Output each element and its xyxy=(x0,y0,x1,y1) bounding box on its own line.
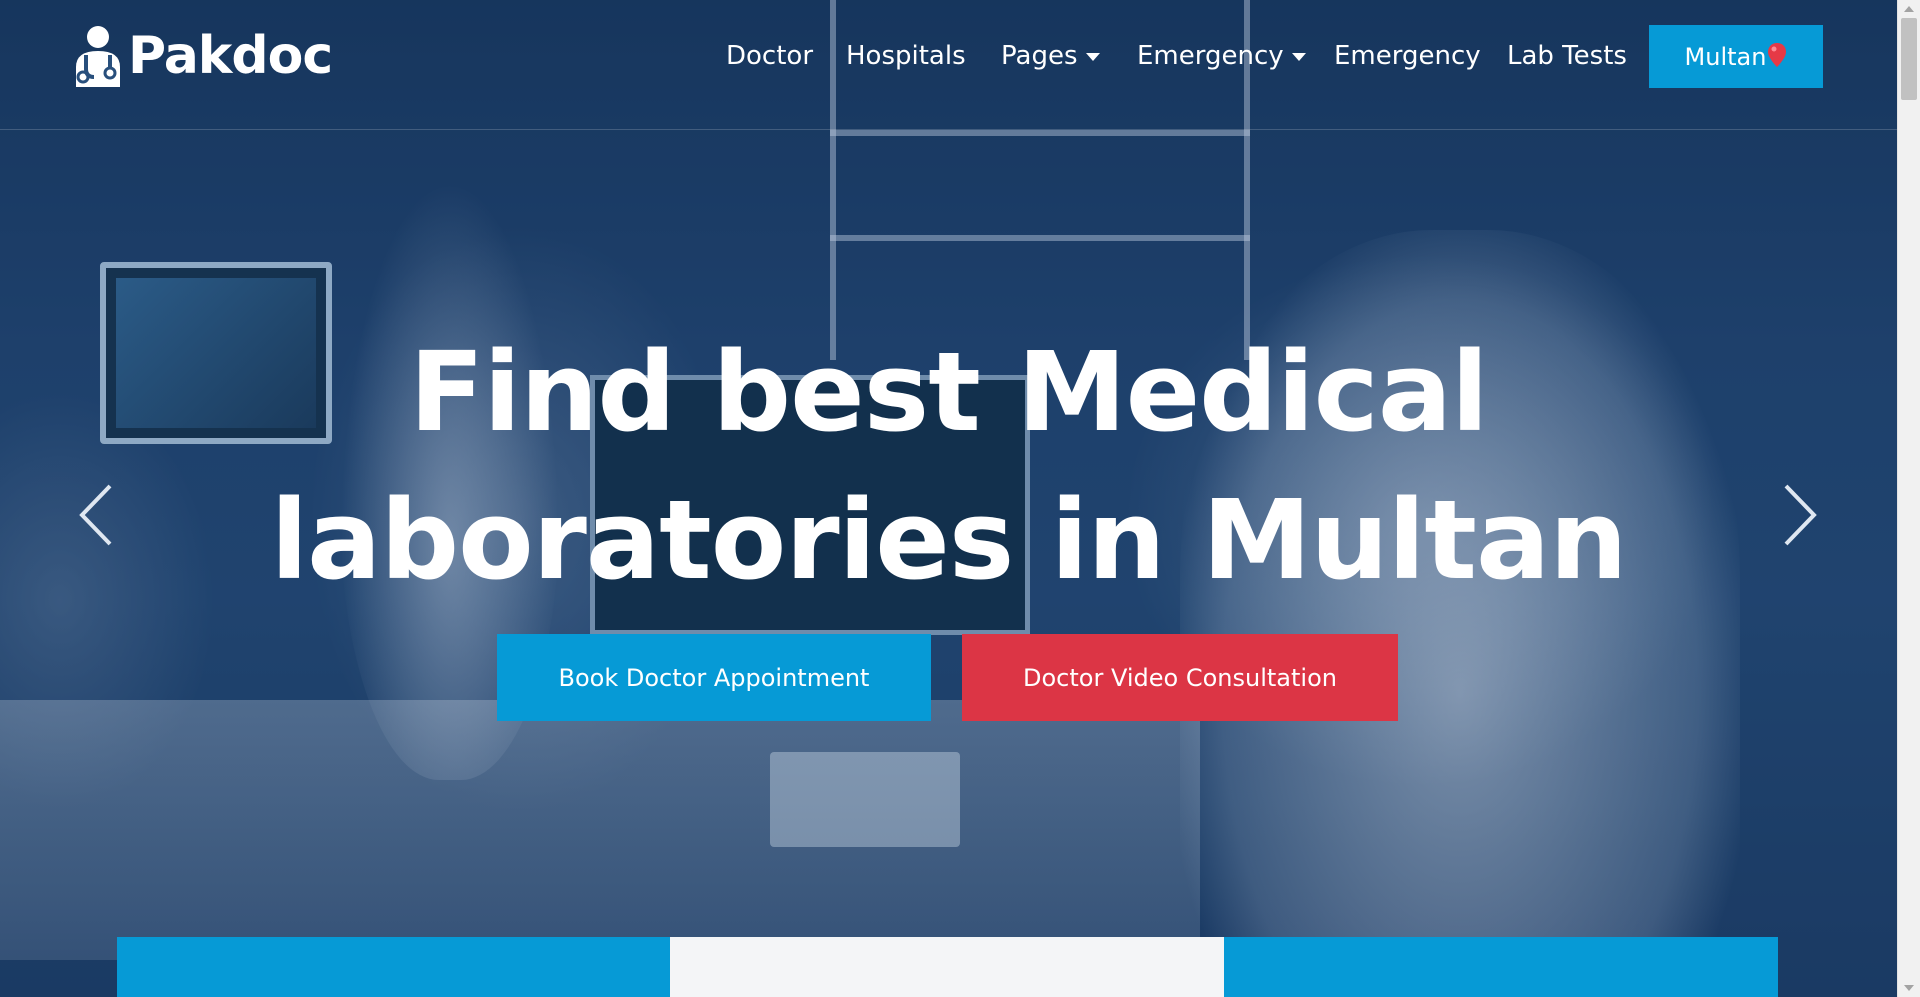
nav-item-label: Emergency xyxy=(1334,41,1481,71)
nav-item-label: Pages xyxy=(1001,41,1078,71)
nav-item-emergency[interactable]: Emergency xyxy=(1334,24,1481,88)
lab-shelf-bar xyxy=(830,130,1250,136)
scroll-down-icon[interactable] xyxy=(1904,985,1914,991)
scrollbar-thumb[interactable] xyxy=(1901,18,1917,100)
nav-item-doctor[interactable]: Doctor xyxy=(726,24,813,88)
feature-card[interactable] xyxy=(1224,937,1778,997)
feature-card[interactable] xyxy=(670,937,1224,997)
book-appointment-button[interactable]: Book Doctor Appointment xyxy=(497,634,931,721)
button-label: Doctor Video Consultation xyxy=(1023,663,1337,692)
page-scrollbar[interactable] xyxy=(1897,0,1920,997)
scroll-up-icon[interactable] xyxy=(1904,6,1914,12)
nav-item-label: Doctor xyxy=(726,41,814,71)
nav-item-label: Hospitals xyxy=(846,41,966,71)
page-viewport: Pakdoc Doctor Hospitals Pages Emergency … xyxy=(0,0,1897,997)
caret-down-icon xyxy=(1085,53,1100,61)
nav-item-label: Lab Tests xyxy=(1507,41,1627,71)
hero-headline: Find best Medical laboratories in Multan xyxy=(0,318,1897,614)
feature-card[interactable] xyxy=(117,937,670,997)
city-select-button[interactable]: Multan xyxy=(1649,25,1823,88)
lab-shelf-bar xyxy=(830,235,1250,241)
carousel-next-button[interactable] xyxy=(1778,480,1822,550)
nav-item-hospitals[interactable]: Hospitals xyxy=(846,24,966,88)
chevron-left-icon xyxy=(79,484,112,546)
nav-item-lab-tests[interactable]: Lab Tests xyxy=(1507,24,1627,88)
test-tube-rack xyxy=(770,752,960,847)
headline-line: Find best Medical xyxy=(409,328,1489,456)
city-label: Multan xyxy=(1684,42,1767,71)
video-consultation-button[interactable]: Doctor Video Consultation xyxy=(962,634,1398,721)
main-nav: Doctor Hospitals Pages Emergency Emergen… xyxy=(0,24,1897,88)
lab-bench xyxy=(0,700,1200,960)
navbar: Pakdoc Doctor Hospitals Pages Emergency … xyxy=(0,0,1897,130)
nav-item-emergency-dropdown[interactable]: Emergency xyxy=(1137,24,1306,88)
carousel-prev-button[interactable] xyxy=(74,480,118,550)
headline-line: laboratories in Multan xyxy=(270,476,1627,604)
caret-down-icon xyxy=(1291,53,1306,61)
chevron-right-icon xyxy=(1784,484,1817,546)
button-label: Book Doctor Appointment xyxy=(558,663,870,692)
nav-item-pages[interactable]: Pages xyxy=(1001,24,1100,88)
nav-item-label: Emergency xyxy=(1137,41,1284,71)
map-pin-icon xyxy=(1767,42,1787,68)
